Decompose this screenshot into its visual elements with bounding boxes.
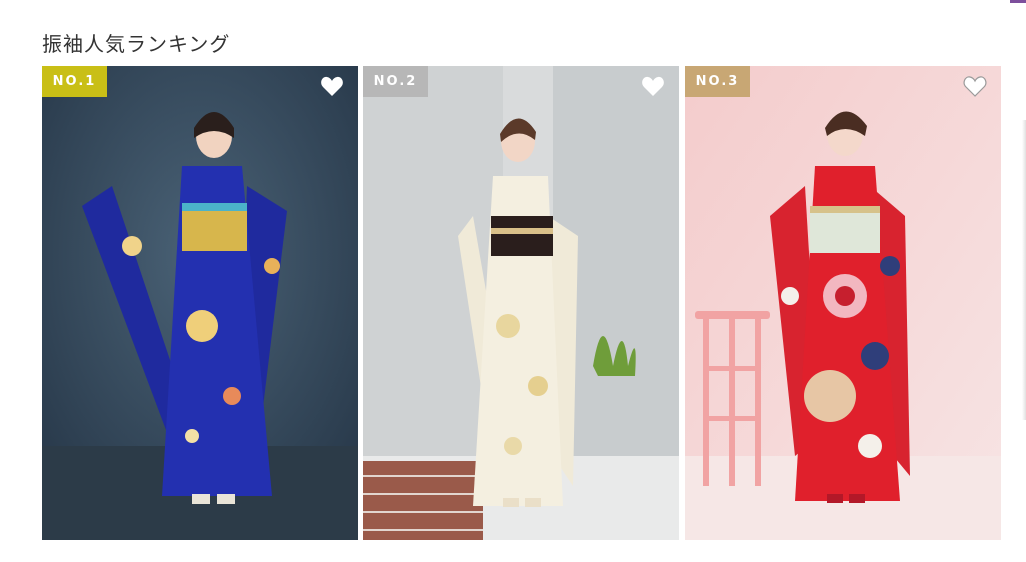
ranking-card-3[interactable]: NO.3 — [685, 66, 1001, 540]
heart-icon[interactable] — [320, 75, 344, 97]
rank-badge: NO.2 — [363, 66, 428, 97]
rank-badge: NO.1 — [42, 66, 107, 97]
corner-accent — [1010, 0, 1026, 3]
heart-icon[interactable] — [641, 75, 665, 97]
section-title: 振袖人気ランキング — [42, 31, 231, 56]
scroll-edge-shadow — [1022, 120, 1026, 420]
kimono-photo-1[interactable] — [42, 66, 358, 540]
rank-badge: NO.3 — [685, 66, 750, 97]
kimono-photo-2[interactable] — [363, 66, 679, 540]
heart-icon[interactable] — [963, 75, 987, 97]
ranking-card-1[interactable]: NO.1 — [42, 66, 358, 540]
kimono-photo-3[interactable] — [685, 66, 1001, 540]
ranking-card-2[interactable]: NO.2 — [363, 66, 679, 540]
